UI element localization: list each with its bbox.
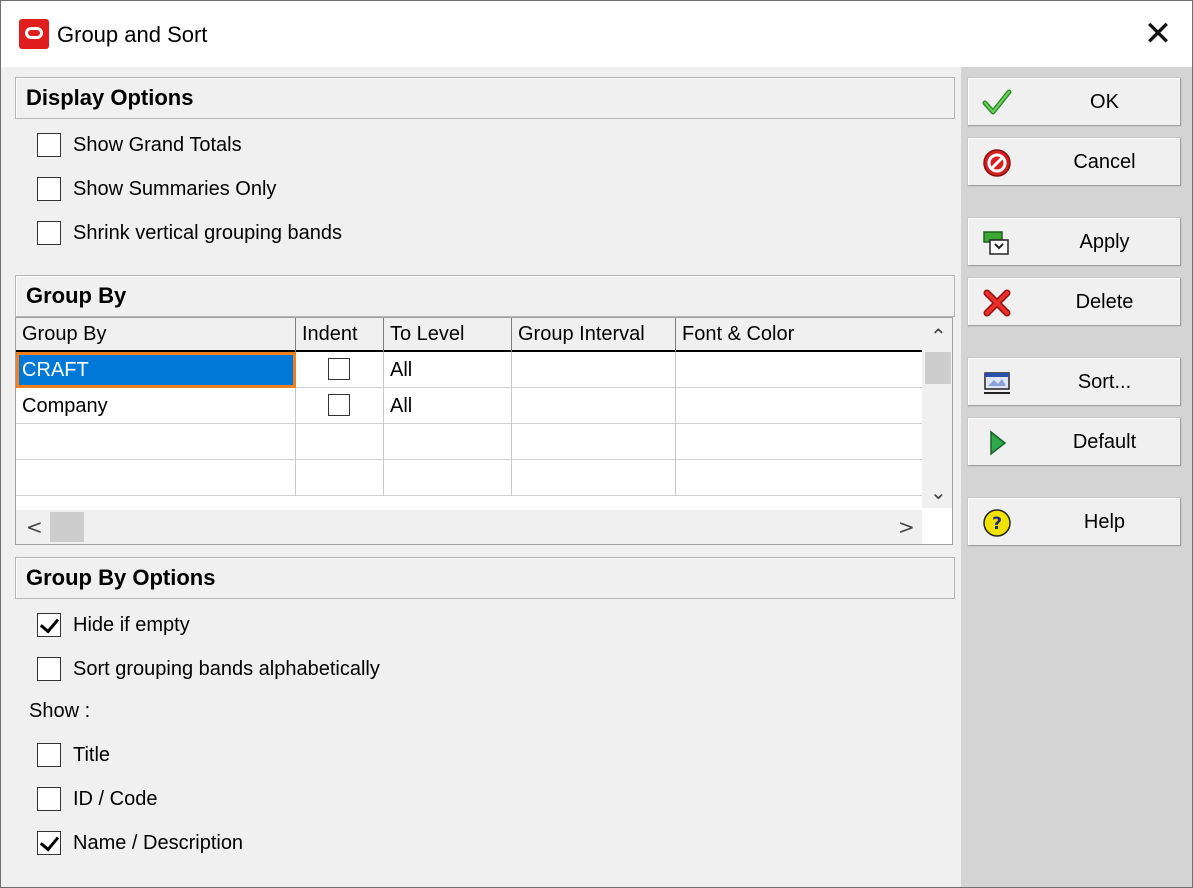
table-row[interactable] xyxy=(16,460,922,496)
table-row[interactable] xyxy=(16,424,922,460)
checkbox-label: Shrink vertical grouping bands xyxy=(73,222,343,244)
scroll-down-icon[interactable]: ⌄ xyxy=(930,482,947,502)
group-by-options-header: Group By Options xyxy=(15,557,955,599)
delete-x-icon xyxy=(983,289,1011,317)
checkbox-label: Name / Description xyxy=(73,832,244,854)
checkbox-label: ID / Code xyxy=(73,788,158,810)
cancel-button[interactable]: Cancel xyxy=(967,137,1182,187)
column-header-to-level[interactable]: To Level xyxy=(384,318,512,352)
hide-if-empty-option[interactable]: Hide if empty xyxy=(37,611,190,639)
group-by-cell[interactable] xyxy=(16,424,296,460)
show-name-description-option[interactable]: Name / Description xyxy=(37,829,243,857)
apply-icon xyxy=(983,231,1009,255)
sort-label: Sort... xyxy=(1077,371,1132,393)
cancel-icon xyxy=(983,149,1011,177)
group-interval-cell[interactable] xyxy=(512,424,676,460)
show-summaries-only-option[interactable]: Show Summaries Only xyxy=(37,175,276,203)
to-level-cell[interactable] xyxy=(384,460,512,496)
indent-cell[interactable] xyxy=(296,352,384,388)
indent-cell[interactable] xyxy=(296,424,384,460)
horizontal-scrollbar[interactable]: < > xyxy=(16,510,922,544)
sort-bands-alphabetically-option[interactable]: Sort grouping bands alphabetically xyxy=(37,655,380,683)
title-bar: Group and Sort ✕ xyxy=(1,1,1192,67)
group-and-sort-dialog: Group and Sort ✕ Display Options Show Gr… xyxy=(0,0,1193,888)
delete-button[interactable]: Delete xyxy=(967,277,1182,327)
apply-label: Apply xyxy=(1079,231,1130,253)
show-grand-totals-option[interactable]: Show Grand Totals xyxy=(37,131,242,159)
show-id-code-checkbox[interactable] xyxy=(37,787,61,811)
column-header-group-by[interactable]: Group By xyxy=(16,318,296,352)
to-level-cell[interactable] xyxy=(384,424,512,460)
sort-icon xyxy=(984,372,1010,394)
group-by-cell[interactable]: CRAFT xyxy=(16,352,296,388)
vertical-scrollbar[interactable]: ⌃ ⌄ xyxy=(922,318,952,508)
show-summaries-only-checkbox[interactable] xyxy=(37,177,61,201)
help-icon: ? xyxy=(983,509,1011,537)
indent-checkbox[interactable] xyxy=(328,394,350,416)
show-title-checkbox[interactable] xyxy=(37,743,61,767)
close-button[interactable]: ✕ xyxy=(1131,13,1185,55)
column-header-indent[interactable]: Indent xyxy=(296,318,384,352)
help-button[interactable]: ? Help xyxy=(967,497,1182,547)
help-label: Help xyxy=(1083,511,1126,533)
show-title-option[interactable]: Title xyxy=(37,741,110,769)
default-label: Default xyxy=(1072,431,1137,453)
default-button[interactable]: Default xyxy=(967,417,1182,467)
show-id-code-option[interactable]: ID / Code xyxy=(37,785,157,813)
table-row[interactable]: CRAFT All xyxy=(16,352,922,388)
checkmark-icon xyxy=(982,89,1012,115)
indent-cell[interactable] xyxy=(296,460,384,496)
checkbox-label: Title xyxy=(73,744,111,766)
horizontal-scroll-thumb[interactable] xyxy=(50,512,84,542)
hide-if-empty-checkbox[interactable] xyxy=(37,613,61,637)
grid-header: Group By Indent To Level Group Interval … xyxy=(16,318,922,352)
indent-cell[interactable] xyxy=(296,388,384,424)
vertical-scroll-thumb[interactable] xyxy=(925,352,951,384)
group-interval-cell[interactable] xyxy=(512,388,676,424)
svg-text:?: ? xyxy=(992,514,1002,534)
checkbox-label: Hide if empty xyxy=(73,614,190,636)
show-name-description-checkbox[interactable] xyxy=(37,831,61,855)
shrink-vertical-bands-option[interactable]: Shrink vertical grouping bands xyxy=(37,219,342,247)
group-interval-cell[interactable] xyxy=(512,352,676,388)
show-grand-totals-checkbox[interactable] xyxy=(37,133,61,157)
font-color-cell[interactable] xyxy=(676,352,922,388)
column-header-group-interval[interactable]: Group Interval xyxy=(512,318,676,352)
apply-button[interactable]: Apply xyxy=(967,217,1182,267)
play-triangle-icon xyxy=(990,430,1007,456)
column-header-font-color[interactable]: Font & Color xyxy=(676,318,922,352)
indent-checkbox[interactable] xyxy=(328,358,350,380)
group-by-cell[interactable] xyxy=(16,460,296,496)
to-level-cell[interactable]: All xyxy=(384,388,512,424)
group-by-grid[interactable]: Group By Indent To Level Group Interval … xyxy=(15,317,953,545)
sort-button[interactable]: Sort... xyxy=(967,357,1182,407)
delete-label: Delete xyxy=(1075,291,1134,313)
font-color-cell[interactable] xyxy=(676,460,922,496)
checkbox-label: Show Grand Totals xyxy=(73,134,242,156)
ok-label: OK xyxy=(1090,91,1119,113)
checkbox-label: Sort grouping bands alphabetically xyxy=(73,658,380,680)
cancel-label: Cancel xyxy=(1073,151,1136,173)
show-label: Show : xyxy=(29,700,91,722)
shrink-vertical-bands-checkbox[interactable] xyxy=(37,221,61,245)
group-by-cell[interactable]: Company xyxy=(16,388,296,424)
window-title: Group and Sort xyxy=(57,22,208,47)
sort-bands-alphabetically-checkbox[interactable] xyxy=(37,657,61,681)
group-interval-cell[interactable] xyxy=(512,460,676,496)
checkbox-label: Show Summaries Only xyxy=(73,178,277,200)
table-row[interactable]: Company All xyxy=(16,388,922,424)
font-color-cell[interactable] xyxy=(676,424,922,460)
display-options-header: Display Options xyxy=(15,77,955,119)
oracle-app-icon xyxy=(19,19,49,49)
group-by-header: Group By xyxy=(15,275,955,317)
scroll-up-icon[interactable]: ⌃ xyxy=(930,326,947,346)
font-color-cell[interactable] xyxy=(676,388,922,424)
to-level-cell[interactable]: All xyxy=(384,352,512,388)
ok-button[interactable]: OK xyxy=(967,77,1182,127)
scroll-left-icon[interactable]: < xyxy=(26,517,43,537)
button-column xyxy=(961,67,1192,887)
scroll-right-icon[interactable]: > xyxy=(898,517,915,537)
